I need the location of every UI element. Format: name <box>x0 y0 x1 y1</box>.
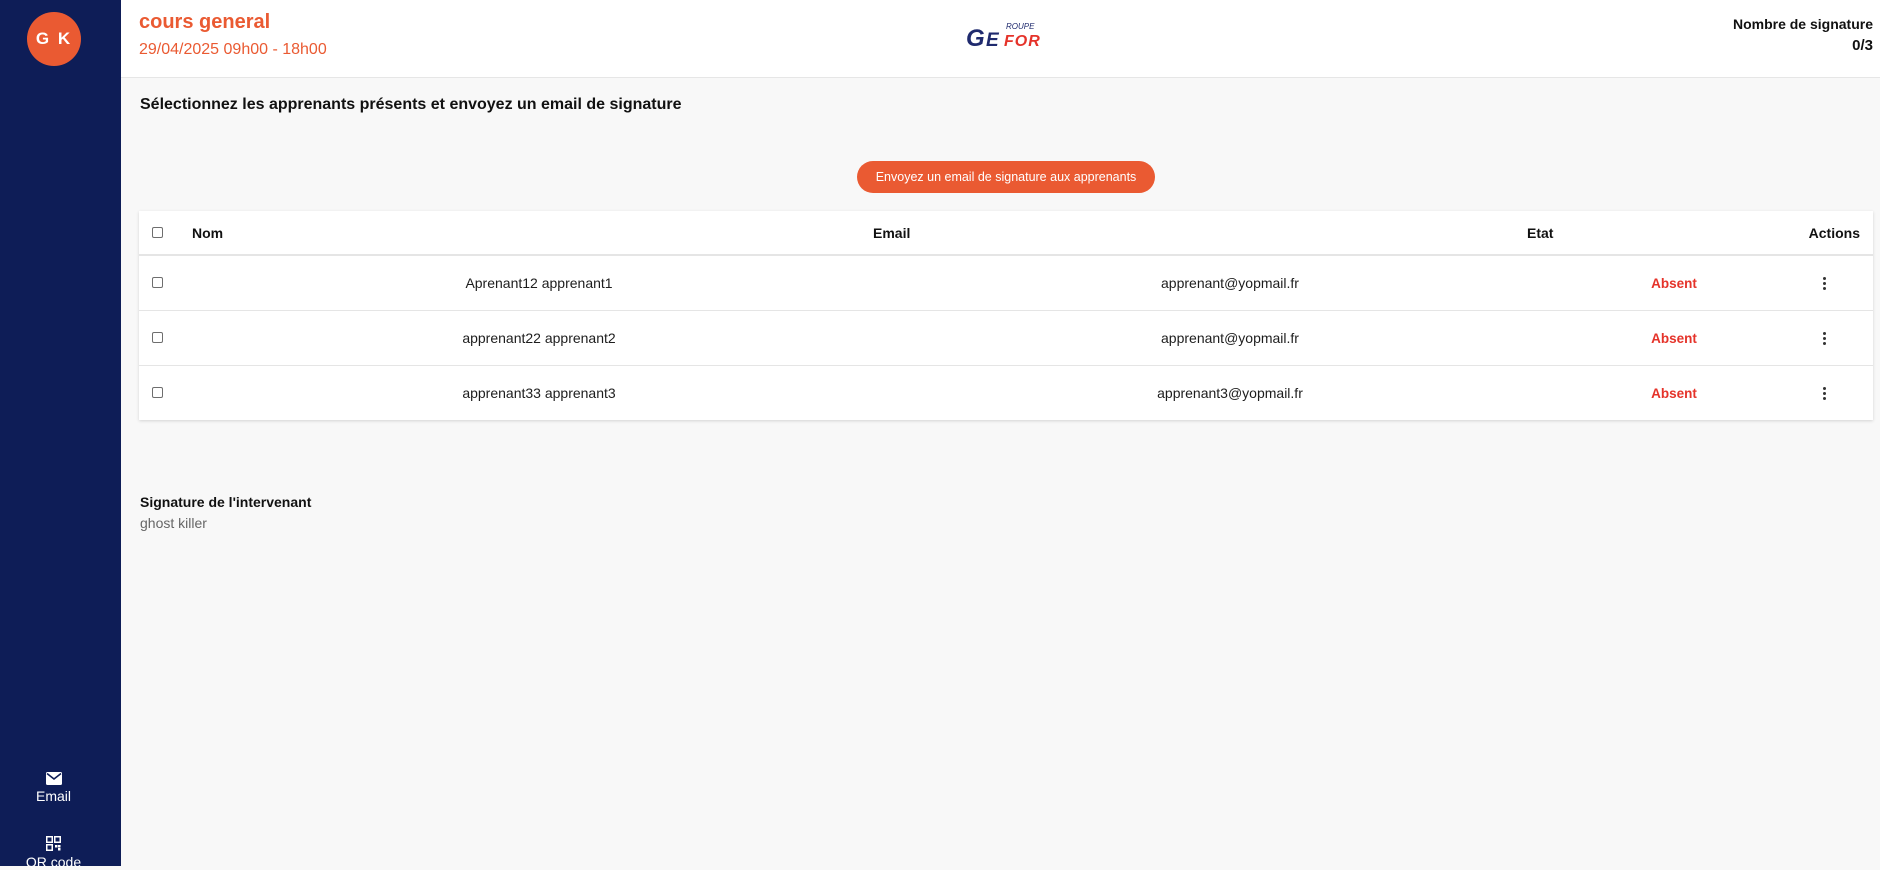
sidebar-item-email[interactable]: Email <box>0 772 107 804</box>
learners-table: Nom Email Etat Actions Aprenant12 appren… <box>139 211 1873 420</box>
row-actions-button[interactable] <box>1809 256 1839 310</box>
send-signature-email-button[interactable]: Envoyez un email de signature aux appren… <box>857 161 1155 193</box>
row-actions-button[interactable] <box>1809 366 1839 420</box>
column-header-etat: Etat <box>1527 224 1554 241</box>
sidebar-item-qr-code[interactable]: QR code <box>0 836 107 870</box>
table-row: apprenant33 apprenant3 apprenant3@yopmai… <box>139 366 1873 420</box>
row-checkbox[interactable] <box>152 332 163 343</box>
logo-letter-g: G <box>966 25 985 50</box>
logo-small-text: ROUPE <box>1006 22 1035 31</box>
instructor-signature-name: ghost killer <box>140 515 207 531</box>
groupe-gefor-logo: ROUPE G E FOR <box>966 22 1041 50</box>
course-title: cours general <box>139 11 271 33</box>
logo-letter-e: E <box>986 30 1000 50</box>
header: cours general 29/04/2025 09h00 - 18h00 R… <box>121 0 1880 78</box>
more-vertical-icon <box>1822 331 1826 345</box>
signature-count-label: Nombre de signature <box>1732 16 1873 32</box>
learner-name: apprenant22 apprenant2 <box>462 330 616 346</box>
more-vertical-icon <box>1822 276 1826 290</box>
status-badge: Absent <box>1651 385 1697 401</box>
sidebar-item-label: QR code <box>25 854 82 870</box>
logo-letters-for: FOR <box>1004 33 1041 50</box>
table-header-row: Nom Email Etat Actions <box>139 211 1873 256</box>
learner-name: Aprenant12 apprenant1 <box>465 275 613 291</box>
status-badge: Absent <box>1651 330 1697 346</box>
learner-email: apprenant@yopmail.fr <box>1161 275 1299 291</box>
row-checkbox[interactable] <box>152 387 163 398</box>
qr-code-icon <box>46 836 61 851</box>
learner-email: apprenant@yopmail.fr <box>1161 330 1299 346</box>
table-row: apprenant22 apprenant2 apprenant@yopmail… <box>139 311 1873 366</box>
instructor-signature-label: Signature de l'intervenant <box>140 494 312 510</box>
table-row: Aprenant12 apprenant1 apprenant@yopmail.… <box>139 256 1873 311</box>
row-actions-button[interactable] <box>1809 311 1839 365</box>
column-header-email: Email <box>873 224 911 241</box>
learner-email: apprenant3@yopmail.fr <box>1157 385 1303 401</box>
column-header-nom: Nom <box>192 224 224 241</box>
column-header-actions: Actions <box>1808 224 1860 241</box>
select-all-checkbox[interactable] <box>152 226 163 238</box>
more-vertical-icon <box>1822 386 1826 400</box>
avatar[interactable]: G K <box>27 12 81 66</box>
sidebar-item-label: Email <box>35 788 71 804</box>
instructions-heading: Sélectionnez les apprenants présents et … <box>140 96 682 113</box>
signature-count-value: 0/3 <box>1852 37 1873 54</box>
learner-name: apprenant33 apprenant3 <box>462 385 616 401</box>
sidebar: G K Email QR code <box>0 0 121 870</box>
status-badge: Absent <box>1651 275 1697 291</box>
row-checkbox[interactable] <box>152 277 163 288</box>
mail-icon <box>45 772 62 785</box>
course-date: 29/04/2025 09h00 - 18h00 <box>139 41 327 58</box>
